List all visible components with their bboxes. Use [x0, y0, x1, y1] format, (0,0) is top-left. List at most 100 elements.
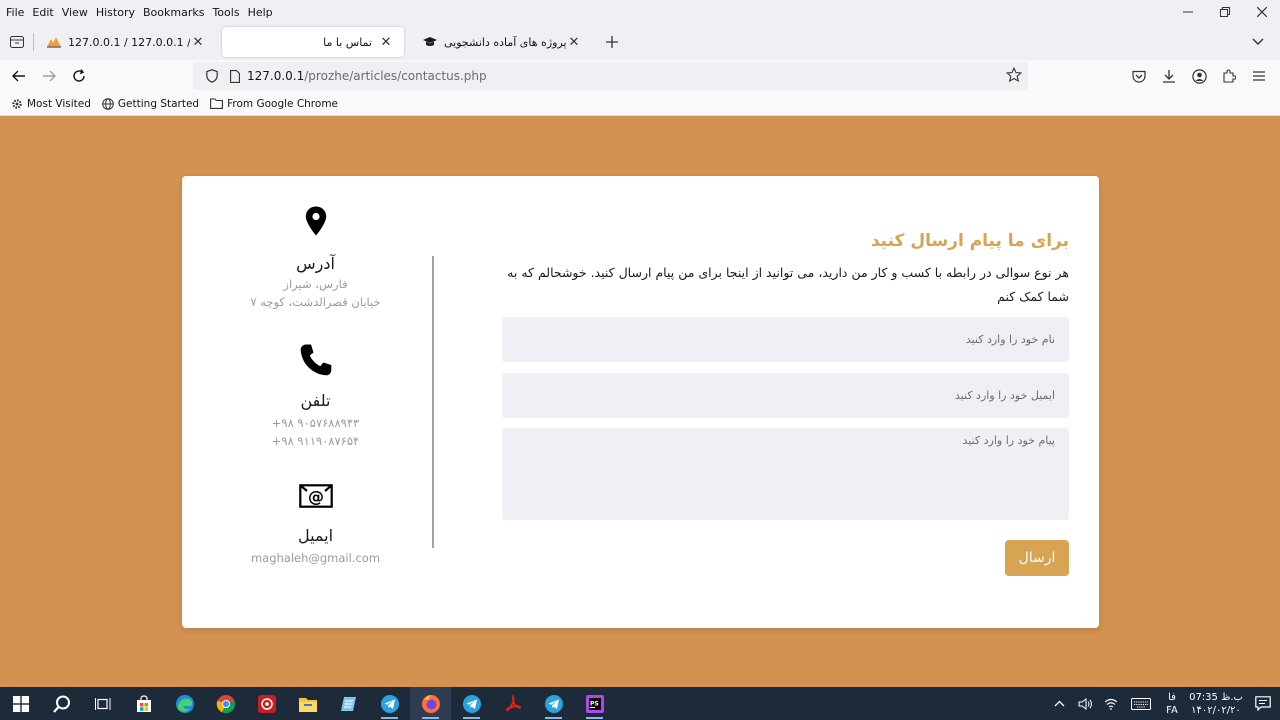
svg-text:@: @: [308, 487, 324, 506]
tab-separator: [33, 33, 34, 51]
windows-taskbar: PS فا FA 07:35 ب.ظ ۱۴۰۲/۰۲/۲۰: [0, 687, 1280, 720]
reload-button[interactable]: [64, 62, 94, 90]
menu-file[interactable]: File: [0, 6, 28, 19]
task-view-button[interactable]: [82, 687, 123, 720]
menu-history[interactable]: History: [92, 6, 139, 19]
speaker-icon: [1078, 697, 1092, 710]
telegram-icon: [462, 694, 481, 713]
send-button[interactable]: ارسال: [1005, 540, 1069, 576]
app-menu-button[interactable]: [1244, 62, 1274, 90]
start-button[interactable]: [0, 687, 41, 720]
tab-bar: 127.0.0.1 / 127.0.0.1 / arayeshi / ✕ تما…: [0, 24, 1280, 60]
name-input[interactable]: [502, 317, 1069, 362]
bookmark-most-visited[interactable]: Most Visited: [11, 98, 91, 110]
clock[interactable]: 07:35 ب.ظ ۱۴۰۲/۰۲/۲۰: [1186, 691, 1246, 717]
phone-block: تلفن +۹۸ ۹۰۵۷۶۸۸۹۴۳ +۹۸ ۹۱۱۹۰۸۷۶۵۴: [222, 343, 409, 448]
hamburger-menu-icon: [1253, 71, 1265, 81]
taskbar-notepad[interactable]: [328, 687, 369, 720]
menu-edit[interactable]: Edit: [28, 6, 57, 19]
email-icon: @: [222, 484, 409, 508]
store-bag-icon: [136, 694, 151, 712]
network-button[interactable]: [1098, 687, 1124, 720]
volume-button[interactable]: [1072, 687, 1098, 720]
tab-contact[interactable]: تماس با ما ✕: [222, 27, 404, 57]
taskbar-store[interactable]: [123, 687, 164, 720]
search-icon: [52, 695, 70, 713]
bookmark-label: Most Visited: [27, 97, 91, 110]
firefox-view-button[interactable]: [1, 26, 33, 58]
contact-info-column: آدرس فارس، شیراز خیابان قصرالدشت، کوچه ۷…: [222, 176, 409, 628]
map-pin-icon: [222, 206, 409, 236]
taskbar-telegram-1[interactable]: [369, 687, 410, 720]
close-window-button[interactable]: [1243, 0, 1280, 24]
phpmyadmin-favicon-icon: [46, 34, 62, 50]
bookmark-folder-from-google-chrome[interactable]: From Google Chrome: [210, 98, 338, 110]
taskbar-chrome[interactable]: [205, 687, 246, 720]
edge-icon: [175, 694, 194, 713]
taskbar-edge[interactable]: [164, 687, 205, 720]
notification-icon: [1255, 696, 1271, 711]
address-block: آدرس فارس، شیراز خیابان قصرالدشت، کوچه ۷: [222, 206, 409, 309]
address-line-1: فارس، شیراز: [283, 277, 348, 291]
account-button[interactable]: [1184, 62, 1214, 90]
restore-button[interactable]: [1206, 0, 1243, 24]
language-label: FA: [1166, 704, 1178, 716]
email-title: ایمیل: [297, 526, 334, 545]
bookmark-star-icon[interactable]: [1005, 66, 1023, 86]
tab-phpmyadmin[interactable]: 127.0.0.1 / 127.0.0.1 / arayeshi / ✕: [36, 27, 216, 57]
bookmark-getting-started[interactable]: Getting Started: [102, 98, 199, 110]
download-icon: [1163, 70, 1175, 83]
menu-bar: File Edit View History Bookmarks Tools H…: [0, 0, 1280, 24]
page-info-icon[interactable]: [225, 69, 245, 83]
account-icon: [1191, 68, 1207, 84]
menu-view[interactable]: View: [58, 6, 92, 19]
taskbar-phpstorm[interactable]: PS: [574, 687, 615, 720]
tab-title: تماس با ما: [323, 35, 372, 49]
show-hidden-icons-button[interactable]: [1046, 687, 1072, 720]
telegram-icon: [380, 694, 399, 713]
contact-form: برای ما پیام ارسال کنید هر نوع سوالی در …: [502, 176, 1069, 628]
wifi-icon: [1104, 698, 1118, 710]
phone-line-1: +۹۸ ۹۰۵۷۶۸۸۹۴۳: [271, 416, 360, 430]
back-button[interactable]: [4, 62, 34, 90]
taskbar-telegram-3[interactable]: [533, 687, 574, 720]
forward-button[interactable]: [34, 62, 64, 90]
input-language-indicator[interactable]: فا FA: [1158, 691, 1186, 717]
tab-close-button[interactable]: ✕: [190, 35, 206, 50]
chrome-icon: [216, 694, 235, 713]
taskbar-firefox[interactable]: [410, 687, 451, 720]
bookmarks-toolbar: Most Visited Getting Started From Google…: [0, 92, 1280, 116]
chevron-down-icon: [1252, 38, 1264, 45]
url-bar[interactable]: 127.0.0.1/prozhe/articles/contactus.php: [193, 62, 1028, 90]
graduation-cap-favicon-icon: [422, 34, 438, 50]
taskbar-app-red[interactable]: [246, 687, 287, 720]
globe-icon: [102, 97, 114, 110]
puzzle-icon: [1223, 69, 1236, 83]
downloads-button[interactable]: [1154, 62, 1184, 90]
telegram-icon: [544, 694, 563, 713]
menu-tools[interactable]: Tools: [208, 6, 243, 19]
menu-help[interactable]: Help: [244, 6, 277, 19]
new-tab-button[interactable]: [598, 28, 626, 56]
search-button[interactable]: [41, 687, 82, 720]
taskbar-file-explorer[interactable]: [287, 687, 328, 720]
email-input[interactable]: [502, 373, 1069, 418]
folder-icon: [298, 697, 317, 712]
pocket-button[interactable]: [1124, 62, 1154, 90]
menu-bookmarks[interactable]: Bookmarks: [139, 6, 208, 19]
tracking-protection-shield-icon[interactable]: [199, 69, 225, 83]
taskbar-telegram-2[interactable]: [451, 687, 492, 720]
extensions-button[interactable]: [1214, 62, 1244, 90]
gear-icon: [11, 98, 23, 110]
acrobat-icon: [505, 694, 521, 711]
minimize-button[interactable]: [1169, 0, 1206, 24]
bookmark-label: From Google Chrome: [227, 97, 339, 110]
tab-close-button[interactable]: ✕: [566, 35, 582, 50]
taskbar-acrobat[interactable]: [492, 687, 533, 720]
list-all-tabs-button[interactable]: [1244, 28, 1272, 56]
tab-close-button[interactable]: ✕: [378, 35, 394, 50]
keyboard-button[interactable]: [1124, 687, 1158, 720]
message-textarea[interactable]: [502, 428, 1069, 520]
notifications-button[interactable]: [1246, 696, 1280, 711]
tab-student-projects[interactable]: پروژه های آماده دانشجویی ✕: [412, 27, 592, 57]
